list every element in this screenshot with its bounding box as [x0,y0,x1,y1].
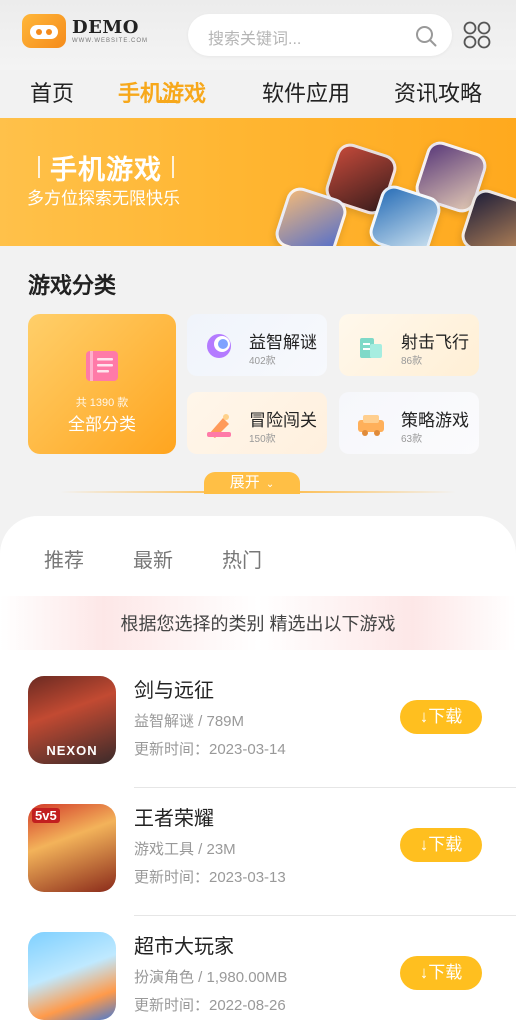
category-count: 86款 [401,356,423,367]
game-list-panel: 推荐 最新 热门 根据您选择的类别 精选出以下游戏 NEXON 剑与远征 益智解… [0,516,516,1024]
game-name[interactable]: 剑与远征 [134,674,214,703]
nav-item-news[interactable]: 资讯攻略 [394,76,482,108]
game-update-date: 更新时间：2023-03-13 [134,869,286,886]
game-icon-label: 5v5 [32,808,60,823]
category-all-label: 全部分类 [68,415,136,434]
game-name[interactable]: 王者荣耀 [134,802,214,831]
expand-label: 展开 [229,474,260,491]
car-icon [358,415,384,436]
category-count: 63款 [401,434,423,445]
banner: 手机游戏 多方位探索无限快乐 [0,118,516,246]
recommendation-hint: 根据您选择的类别 精选出以下游戏 [120,614,396,634]
category-count: 150款 [249,434,276,445]
download-button[interactable]: ↓下载 [400,828,482,862]
tab-recommended[interactable]: 推荐 [44,544,84,573]
nav-item-home[interactable]: 首页 [30,76,74,108]
category-shooting[interactable]: 射击飞行 86款 [339,314,479,376]
game-list-item[interactable]: 超市大玩家 扮演角色 / 1,980.00MB 更新时间：2022-08-26 … [0,916,516,1024]
game-icon: 5v5 [28,804,116,892]
banner-title: 手机游戏 [50,155,162,185]
menu-grid-icon[interactable] [462,20,492,50]
site-logo[interactable]: DEMO WWW.WEBSITE.COM [22,14,148,48]
book-icon [86,351,118,381]
game-icon: NEXON [28,676,116,764]
tab-latest[interactable]: 最新 [133,544,173,573]
game-meta: 扮演角色 / 1,980.00MB [134,969,288,986]
category-name: 射击飞行 [401,333,469,352]
game-update-date: 更新时间：2023-03-14 [134,741,286,758]
gamepad-icon [22,14,66,48]
game-icon [28,932,116,1020]
nav-active-indicator [158,100,178,103]
logo-subtext: WWW.WEBSITE.COM [72,37,148,44]
search-icon[interactable] [414,24,438,48]
search-placeholder: 搜索关键词... [208,31,302,48]
search-input[interactable]: 搜索关键词... [188,14,452,56]
category-name: 益智解谜 [249,333,317,352]
category-section-title: 游戏分类 [28,273,117,298]
expand-button[interactable]: 展开 ⌄ [204,472,300,494]
banner-subtitle: 多方位探索无限快乐 [27,189,180,208]
category-all-card[interactable]: 共 1390 款 全部分类 [28,314,176,454]
adventure-icon [207,414,231,438]
category-count: 402款 [249,356,276,367]
game-meta: 游戏工具 / 23M [134,841,236,858]
category-name: 策略游戏 [401,411,469,430]
download-button[interactable]: ↓下载 [400,956,482,990]
game-list-item[interactable]: NEXON 剑与远征 益智解谜 / 789M 更新时间：2023-03-14 ↓… [0,660,516,788]
game-meta: 益智解谜 / 789M [134,713,245,730]
category-adventure[interactable]: 冒险闯关 150款 [187,392,327,454]
game-icon-label: NEXON [46,743,98,758]
banner-divider-left [38,156,40,178]
puzzle-icon [207,334,231,358]
nav-item-software[interactable]: 软件应用 [262,76,350,108]
chevron-down-icon: ⌄ [265,479,275,490]
game-list-item[interactable]: 5v5 王者荣耀 游戏工具 / 23M 更新时间：2023-03-13 ↓下载 [0,788,516,916]
shooting-icon [360,338,382,358]
main-nav: 首页 手机游戏 软件应用 资讯攻略 [0,70,516,118]
nav-item-mobile-games[interactable]: 手机游戏 [118,76,206,108]
logo-text: DEMO [72,16,139,38]
game-update-date: 更新时间：2022-08-26 [134,997,286,1014]
download-button[interactable]: ↓下载 [400,700,482,734]
banner-divider-right [172,156,174,178]
tab-popular[interactable]: 热门 [222,544,262,573]
game-name[interactable]: 超市大玩家 [134,930,234,959]
header: DEMO WWW.WEBSITE.COM 搜索关键词... [0,0,516,70]
category-strategy[interactable]: 策略游戏 63款 [339,392,479,454]
category-all-count: 共 1390 款 [75,397,129,409]
category-name: 冒险闯关 [249,411,317,430]
category-puzzle[interactable]: 益智解谜 402款 [187,314,327,376]
